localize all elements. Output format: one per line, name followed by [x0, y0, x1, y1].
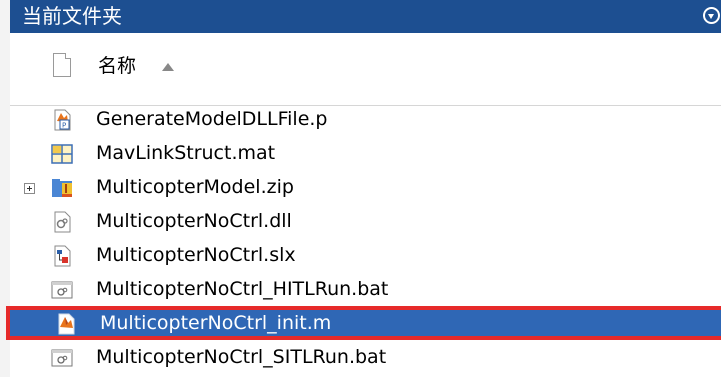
matlab-p-file-icon: P — [54, 109, 71, 131]
batch-file-icon — [51, 281, 73, 299]
file-row[interactable]: MulticopterNoCtrl.dll — [10, 204, 721, 238]
file-row[interactable]: MulticopterNoCtrl_SITLRun.bat — [10, 340, 721, 374]
file-name: MavLinkStruct.mat — [96, 142, 276, 164]
current-folder-panel: 当前文件夹 名称 P GenerateModelDLLFile.p MavLin… — [0, 0, 721, 377]
expand-plus-icon[interactable] — [24, 183, 35, 194]
circle-chevron-down-icon[interactable] — [703, 7, 720, 24]
file-row[interactable]: MulticopterNoCtrl.slx — [10, 238, 721, 272]
sort-ascending-icon — [162, 63, 174, 71]
column-header[interactable]: 名称 — [10, 33, 721, 106]
file-name: MulticopterNoCtrl_init.m — [100, 312, 332, 334]
batch-file-icon — [51, 349, 73, 367]
file-name: MulticopterNoCtrl.slx — [96, 244, 296, 266]
matlab-script-icon — [58, 313, 75, 335]
zip-archive-icon — [52, 179, 72, 197]
file-name: MulticopterNoCtrl_SITLRun.bat — [96, 346, 387, 368]
file-row[interactable]: MulticopterNoCtrl_HITLRun.bat — [10, 272, 721, 306]
simulink-model-icon — [54, 245, 71, 267]
file-row[interactable]: P GenerateModelDLLFile.p — [10, 102, 721, 136]
panel-title: 当前文件夹 — [22, 4, 122, 28]
file-name: MulticopterModel.zip — [96, 176, 294, 198]
file-name: MulticopterNoCtrl.dll — [96, 210, 292, 232]
file-name: MulticopterNoCtrl_HITLRun.bat — [96, 278, 389, 300]
file-name: GenerateModelDLLFile.p — [96, 108, 328, 130]
file-type-column-icon — [53, 53, 71, 77]
name-column-header[interactable]: 名称 — [98, 55, 136, 77]
svg-text:P: P — [62, 122, 66, 130]
mat-file-icon — [51, 144, 73, 164]
file-row[interactable]: MulticopterModel.zip — [10, 170, 721, 204]
file-row-selected[interactable]: MulticopterNoCtrl_init.m — [6, 306, 721, 340]
file-row[interactable]: MavLinkStruct.mat — [10, 136, 721, 170]
dll-file-icon — [54, 211, 71, 233]
panel-titlebar: 当前文件夹 — [10, 0, 721, 33]
